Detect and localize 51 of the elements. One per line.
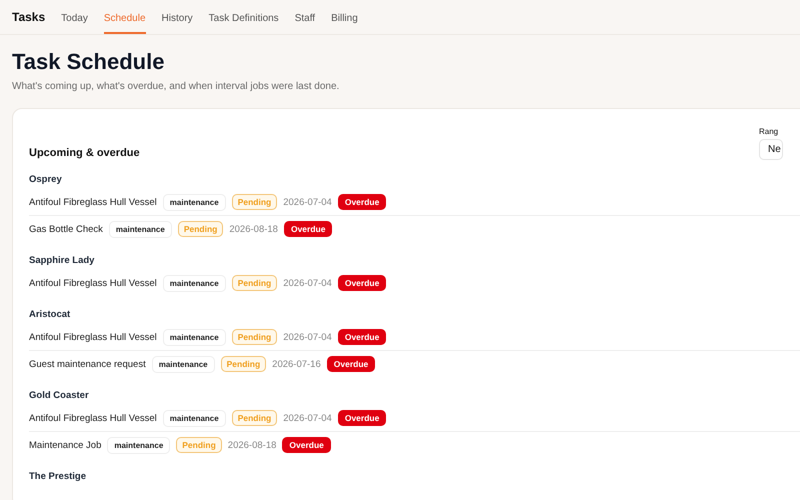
due-date: 2026-07-04 [283, 412, 332, 424]
overdue-badge: Overdue [326, 356, 376, 372]
overdue-badge: Overdue [338, 410, 386, 426]
category-tag: maintenance [162, 194, 226, 210]
due-date: 2026-08-18 [229, 224, 278, 234]
nav-tab[interactable]: Staff [294, 13, 316, 34]
status-badge: Pending [220, 356, 266, 372]
task-name: Antifoul Fibreglass Hull Vessel [29, 412, 157, 424]
page-subtitle: What's coming up, what's overdue, and when interval jobs were last done. [12, 81, 340, 92]
overdue-badge: Overdue [282, 437, 331, 453]
due-date: 2026-07-04 [283, 278, 332, 288]
nav-tab[interactable]: Today [61, 13, 88, 34]
nav-tab[interactable]: Task Definitions [208, 13, 279, 34]
task-name: Antifoul Fibreglass Hull Vessel [29, 278, 157, 288]
status-badge: Pending [232, 194, 278, 210]
task-name: Gas Bottle Check [29, 224, 103, 234]
status-badge: Pending [232, 329, 278, 345]
task-name: Guest maintenance request [29, 358, 146, 370]
overdue-badge: Overdue [338, 275, 386, 291]
due-date: 2026-08-18 [228, 440, 276, 450]
status-badge: Pending [232, 410, 278, 426]
card-title: Upcoming & overdue [29, 147, 140, 159]
nav-tab[interactable]: History [162, 13, 193, 34]
category-tag: maintenance [107, 436, 170, 454]
category-tag: maintenance [162, 328, 226, 346]
status-badge: Pending [176, 437, 222, 453]
nav-tab[interactable]: Billing [331, 13, 358, 34]
app-brand: Tasks [12, 10, 46, 26]
category-tag: maintenance [162, 274, 226, 292]
vessel-name: Osprey [29, 174, 63, 185]
category-tag: maintenance [162, 410, 226, 426]
status-badge: Pending [232, 275, 278, 291]
overdue-badge: Overdue [338, 194, 386, 210]
vessel-name: Gold Coaster [29, 390, 90, 401]
range-label: Rang [759, 127, 780, 136]
task-name: Antifoul Fibreglass Hull Vessel [29, 196, 157, 208]
vessel-name: Sapphire Lady [29, 255, 96, 266]
category-tag: maintenance [108, 220, 172, 238]
task-name: Antifoul Fibreglass Hull Vessel [29, 332, 157, 342]
task-name: Maintenance Job [29, 440, 102, 450]
vessel-name: Aristocat [29, 309, 72, 320]
due-date: 2026-07-04 [283, 332, 332, 342]
overdue-badge: Overdue [284, 221, 332, 237]
overdue-badge: Overdue [338, 329, 386, 345]
range-select[interactable]: Ne [759, 139, 783, 160]
due-date: 2026-07-04 [283, 196, 332, 208]
vessel-name: The Prestige [29, 471, 88, 482]
status-badge: Pending [178, 221, 224, 237]
due-date: 2026-07-16 [272, 358, 321, 370]
page-title: Task Schedule [12, 49, 166, 75]
category-tag: maintenance [152, 356, 215, 372]
